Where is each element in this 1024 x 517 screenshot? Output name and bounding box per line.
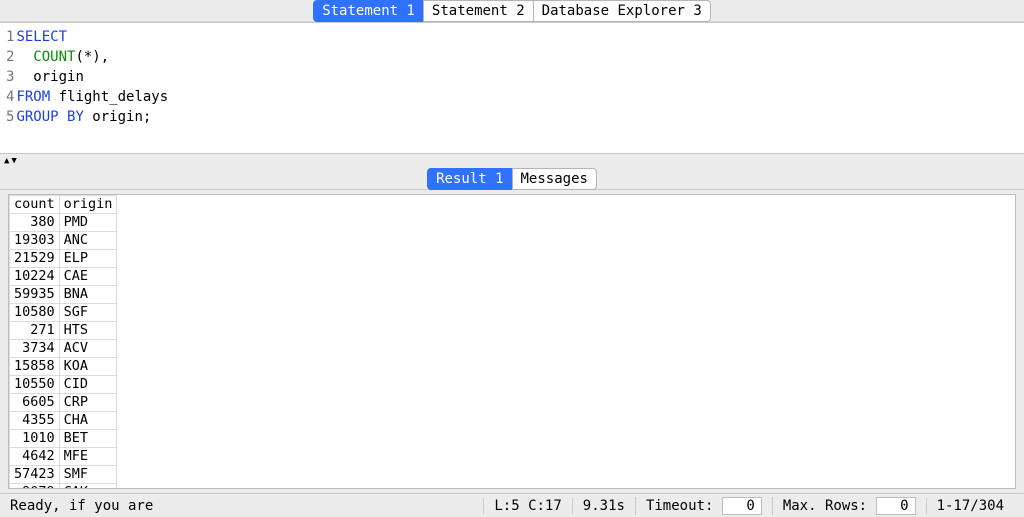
editor-tab-bar: Statement 1Statement 2Database Explorer … xyxy=(0,0,1024,22)
cell-origin[interactable]: ANC xyxy=(59,232,117,250)
split-handle[interactable]: ▲▼ xyxy=(0,154,1024,168)
maxrows-field: Max. Rows: 0 xyxy=(772,497,926,515)
cell-count[interactable]: 6605 xyxy=(10,394,60,412)
status-message: Ready, if you are xyxy=(10,498,483,514)
cell-count[interactable]: 380 xyxy=(10,214,60,232)
cell-origin[interactable]: CAK xyxy=(59,484,117,490)
cell-count[interactable]: 10550 xyxy=(10,376,60,394)
cell-count[interactable]: 21529 xyxy=(10,250,60,268)
table-row[interactable]: 10550CID xyxy=(10,376,117,394)
triangle-up-icon: ▲ xyxy=(4,156,9,166)
line-gutter: 12345 xyxy=(0,23,16,153)
cell-origin[interactable]: ELP xyxy=(59,250,117,268)
result-grid[interactable]: countorigin380PMD19303ANC21529ELP10224CA… xyxy=(9,195,117,489)
table-row[interactable]: 10224CAE xyxy=(10,268,117,286)
column-header[interactable]: origin xyxy=(59,196,117,214)
column-header[interactable]: count xyxy=(10,196,60,214)
cell-origin[interactable]: PMD xyxy=(59,214,117,232)
app-window: Statement 1Statement 2Database Explorer … xyxy=(0,0,1024,517)
cell-count[interactable]: 271 xyxy=(10,322,60,340)
cursor-position: L:5 C:17 xyxy=(483,498,571,514)
result-tab[interactable]: Messages xyxy=(512,168,597,190)
maxrows-label: Max. Rows: xyxy=(783,498,867,514)
timeout-label: Timeout: xyxy=(646,498,713,514)
cell-origin[interactable]: SGF xyxy=(59,304,117,322)
cell-origin[interactable]: CRP xyxy=(59,394,117,412)
table-row[interactable]: 271HTS xyxy=(10,322,117,340)
triangle-down-icon: ▼ xyxy=(11,156,16,166)
code-area[interactable]: SELECT COUNT(*), originFROM flight_delay… xyxy=(16,23,168,153)
table-row[interactable]: 10580SGF xyxy=(10,304,117,322)
cell-origin[interactable]: BET xyxy=(59,430,117,448)
table-row[interactable]: 1010BET xyxy=(10,430,117,448)
cell-count[interactable]: 10224 xyxy=(10,268,60,286)
cell-count[interactable]: 9079 xyxy=(10,484,60,490)
maxrows-value[interactable]: 0 xyxy=(876,497,916,515)
table-row[interactable]: 59935BNA xyxy=(10,286,117,304)
result-grid-container[interactable]: countorigin380PMD19303ANC21529ELP10224CA… xyxy=(8,194,1016,489)
table-row[interactable]: 4642MFE xyxy=(10,448,117,466)
cell-count[interactable]: 3734 xyxy=(10,340,60,358)
table-row[interactable]: 6605CRP xyxy=(10,394,117,412)
row-range: 1-17/304 xyxy=(926,498,1014,514)
table-row[interactable]: 21529ELP xyxy=(10,250,117,268)
cell-count[interactable]: 57423 xyxy=(10,466,60,484)
table-row[interactable]: 57423SMF xyxy=(10,466,117,484)
result-tab[interactable]: Result 1 xyxy=(427,168,512,190)
cell-count[interactable]: 59935 xyxy=(10,286,60,304)
cell-origin[interactable]: BNA xyxy=(59,286,117,304)
cell-origin[interactable]: MFE xyxy=(59,448,117,466)
cell-count[interactable]: 4642 xyxy=(10,448,60,466)
cell-origin[interactable]: KOA xyxy=(59,358,117,376)
cell-origin[interactable]: CHA xyxy=(59,412,117,430)
cell-count[interactable]: 1010 xyxy=(10,430,60,448)
table-row[interactable]: 4355CHA xyxy=(10,412,117,430)
editor-tab[interactable]: Statement 1 xyxy=(313,0,424,22)
table-row[interactable]: 3734ACV xyxy=(10,340,117,358)
cell-count[interactable]: 15858 xyxy=(10,358,60,376)
result-tab-bar: Result 1Messages xyxy=(0,168,1024,190)
editor-tab[interactable]: Statement 2 xyxy=(423,0,534,22)
elapsed-time: 9.31s xyxy=(572,498,635,514)
cell-origin[interactable]: HTS xyxy=(59,322,117,340)
sql-editor[interactable]: 12345 SELECT COUNT(*), originFROM flight… xyxy=(0,22,1024,154)
table-row[interactable]: 9079CAK xyxy=(10,484,117,490)
table-row[interactable]: 380PMD xyxy=(10,214,117,232)
result-panel: countorigin380PMD19303ANC21529ELP10224CA… xyxy=(0,190,1024,493)
cell-count[interactable]: 4355 xyxy=(10,412,60,430)
cell-origin[interactable]: CAE xyxy=(59,268,117,286)
timeout-field: Timeout: 0 xyxy=(635,497,772,515)
timeout-value[interactable]: 0 xyxy=(722,497,762,515)
table-row[interactable]: 15858KOA xyxy=(10,358,117,376)
cell-origin[interactable]: SMF xyxy=(59,466,117,484)
cell-count[interactable]: 10580 xyxy=(10,304,60,322)
editor-tab[interactable]: Database Explorer 3 xyxy=(533,0,711,22)
cell-origin[interactable]: ACV xyxy=(59,340,117,358)
cell-origin[interactable]: CID xyxy=(59,376,117,394)
table-row[interactable]: 19303ANC xyxy=(10,232,117,250)
cell-count[interactable]: 19303 xyxy=(10,232,60,250)
status-bar: Ready, if you are L:5 C:17 9.31s Timeout… xyxy=(0,493,1024,517)
